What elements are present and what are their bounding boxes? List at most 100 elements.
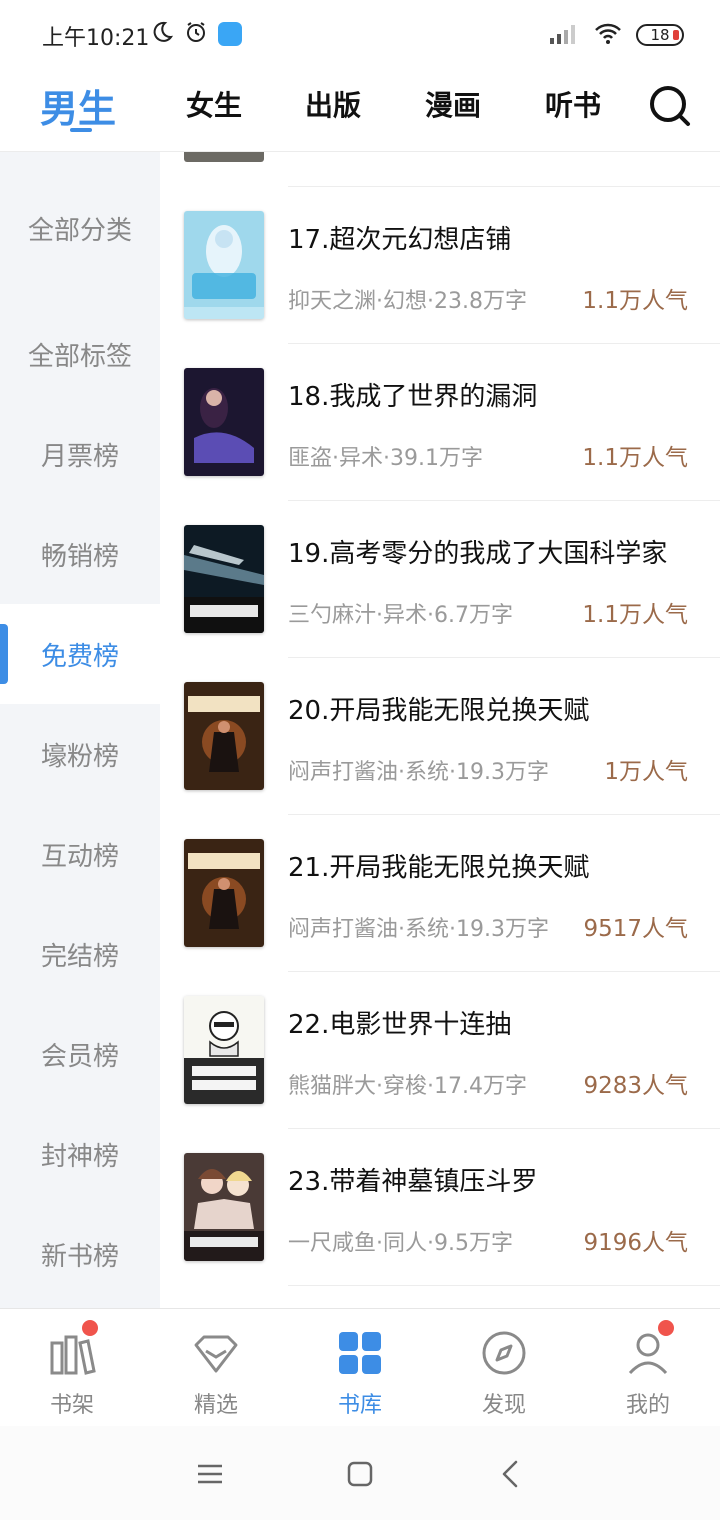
book-popularity: 1.1万人气 — [582, 445, 688, 471]
nav-label: 精选 — [193, 1393, 238, 1418]
library-grid-icon — [336, 1329, 384, 1377]
book-title: 23.带着神墓镇压斗罗 — [288, 1167, 538, 1197]
app-notification-icon — [218, 22, 242, 46]
book-meta: 抑天之渊·幻想·23.8万字 — [288, 289, 527, 314]
book-cover — [184, 211, 264, 319]
book-popularity: 9196人气 — [583, 1230, 688, 1256]
sidebar-item-bestseller[interactable]: 畅销榜 — [0, 504, 160, 604]
bookshelf-icon — [48, 1329, 96, 1377]
nav-library[interactable]: 书库 — [288, 1309, 432, 1427]
list-item[interactable]: 18.我成了世界的漏洞 匪盗·异术·39.1万字 1.1万人气 — [160, 344, 720, 501]
nav-label: 书库 — [337, 1393, 382, 1418]
status-time: 上午10:21 — [42, 26, 150, 51]
book-cover — [184, 1153, 264, 1261]
book-popularity: 9283人气 — [583, 1073, 688, 1099]
sidebar-item-monthly-ticket[interactable]: 月票榜 — [0, 404, 160, 504]
book-title: 20.开局我能无限兑换天赋 — [288, 696, 590, 726]
nav-label: 发现 — [481, 1393, 526, 1418]
sidebar-item-new-books[interactable]: 新书榜 — [0, 1204, 160, 1304]
wifi-icon — [594, 22, 622, 48]
book-cover — [184, 839, 264, 947]
book-cover — [184, 682, 264, 790]
nav-bookshelf[interactable]: 书架 — [0, 1309, 144, 1427]
sidebar-item-label: 畅销榜 — [40, 541, 119, 572]
list-item[interactable]: 22.电影世界十连抽 熊猫胖大·穿梭·17.4万字 9283人气 — [160, 972, 720, 1129]
book-cover — [184, 368, 264, 476]
tab-female[interactable]: 女生 — [186, 84, 242, 124]
sidebar-item-completed[interactable]: 完结榜 — [0, 904, 160, 1004]
back-icon[interactable] — [494, 1456, 530, 1492]
sidebar-item-label: 会员榜 — [40, 1041, 119, 1072]
book-title: 19.高考零分的我成了大国科学家 — [288, 539, 668, 569]
nav-discover[interactable]: 发现 — [432, 1309, 576, 1427]
nav-label: 我的 — [625, 1393, 670, 1418]
list-item[interactable]: 19.高考零分的我成了大国科学家 三勺麻汁·异术·6.7万字 1.1万人气 — [160, 501, 720, 658]
system-navigation-bar — [0, 1426, 720, 1520]
book-title: 21.开局我能无限兑换天赋 — [288, 853, 590, 883]
signal-icon — [550, 22, 580, 48]
compass-icon — [480, 1329, 528, 1377]
sidebar-item-legend[interactable]: 封神榜 — [0, 1104, 160, 1204]
battery-icon: 18 — [636, 24, 684, 46]
book-popularity: 1万人气 — [604, 759, 688, 785]
book-meta: 匪盗·异术·39.1万字 — [288, 446, 483, 471]
sidebar-item-member[interactable]: 会员榜 — [0, 1004, 160, 1104]
sidebar-item-label: 全部分类 — [27, 215, 132, 246]
notification-badge — [658, 1320, 674, 1336]
sidebar-item-rich-fans[interactable]: 壕粉榜 — [0, 704, 160, 804]
list-item[interactable]: 20.开局我能无限兑换天赋 闷声打酱油·系统·19.3万字 1万人气 — [160, 658, 720, 815]
book-meta: 闷声打酱油·系统·19.3万字 — [288, 917, 549, 942]
sidebar-item-label: 新书榜 — [40, 1241, 119, 1272]
tab-publish[interactable]: 出版 — [305, 84, 361, 124]
book-cover — [184, 996, 264, 1104]
book-ranking-list: 17.超次元幻想店铺 抑天之渊·幻想·23.8万字 1.1万人气 18.我成了世… — [160, 152, 720, 1308]
book-popularity: 1.1万人气 — [582, 288, 688, 314]
ranking-sidebar: 全部分类 全部标签 月票榜 畅销榜 免费榜 壕粉榜 互动榜 完结榜 会员榜 封神… — [0, 152, 160, 1308]
book-meta: 闷声打酱油·系统·19.3万字 — [288, 760, 549, 785]
nav-label: 书架 — [49, 1393, 94, 1418]
list-item[interactable]: 17.超次元幻想店铺 抑天之渊·幻想·23.8万字 1.1万人气 — [160, 187, 720, 344]
sidebar-item-label: 月票榜 — [40, 441, 119, 472]
profile-icon — [624, 1329, 672, 1377]
book-title: 17.超次元幻想店铺 — [288, 225, 512, 255]
book-cover — [184, 525, 264, 633]
sidebar-item-free[interactable]: 免费榜 — [0, 604, 160, 704]
book-meta: 三勺麻汁·异术·6.7万字 — [288, 603, 513, 628]
sidebar-item-interaction[interactable]: 互动榜 — [0, 804, 160, 904]
tab-active-underline — [70, 128, 92, 132]
book-cover — [184, 152, 264, 162]
book-title: 22.电影世界十连抽 — [288, 1010, 512, 1040]
status-bar: 上午10:21 18 — [0, 0, 720, 70]
sidebar-item-label: 全部标签 — [27, 341, 132, 372]
sidebar-item-label: 封神榜 — [40, 1141, 119, 1172]
category-tabs: 男生 女生 出版 漫画 听书 — [0, 70, 720, 152]
book-title: 18.我成了世界的漏洞 — [288, 382, 538, 412]
sidebar-item-all-categories[interactable]: 全部分类 — [0, 178, 160, 278]
home-icon[interactable] — [342, 1456, 378, 1492]
diamond-icon — [192, 1329, 240, 1377]
search-icon[interactable] — [646, 82, 694, 130]
bottom-navigation: 书架 精选 书库 发现 我的 — [0, 1308, 720, 1426]
book-popularity: 1.1万人气 — [582, 602, 688, 628]
nav-profile[interactable]: 我的 — [576, 1309, 720, 1427]
list-item[interactable]: 21.开局我能无限兑换天赋 闷声打酱油·系统·19.3万字 9517人气 — [160, 815, 720, 972]
list-item[interactable]: 23.带着神墓镇压斗罗 一尺咸鱼·同人·9.5万字 9196人气 — [160, 1129, 720, 1286]
notification-badge — [82, 1320, 98, 1336]
alarm-icon — [184, 20, 208, 48]
book-meta: 一尺咸鱼·同人·9.5万字 — [288, 1231, 513, 1256]
book-meta: 熊猫胖大·穿梭·17.4万字 — [288, 1074, 527, 1099]
sidebar-item-label: 完结榜 — [40, 941, 119, 972]
tab-audiobook[interactable]: 听书 — [545, 84, 601, 124]
nav-featured[interactable]: 精选 — [144, 1309, 288, 1427]
tab-comics[interactable]: 漫画 — [425, 84, 481, 124]
book-popularity: 9517人气 — [583, 916, 688, 942]
moon-icon — [150, 20, 174, 48]
sidebar-item-all-tags[interactable]: 全部标签 — [0, 304, 160, 404]
menu-icon[interactable] — [192, 1456, 228, 1492]
tab-male[interactable]: 男生 — [40, 78, 116, 133]
sidebar-item-label: 壕粉榜 — [40, 741, 119, 772]
sidebar-active-indicator — [0, 624, 8, 684]
sidebar-item-label: 互动榜 — [40, 841, 119, 872]
divider — [288, 1285, 720, 1286]
sidebar-item-label: 免费榜 — [40, 641, 119, 672]
